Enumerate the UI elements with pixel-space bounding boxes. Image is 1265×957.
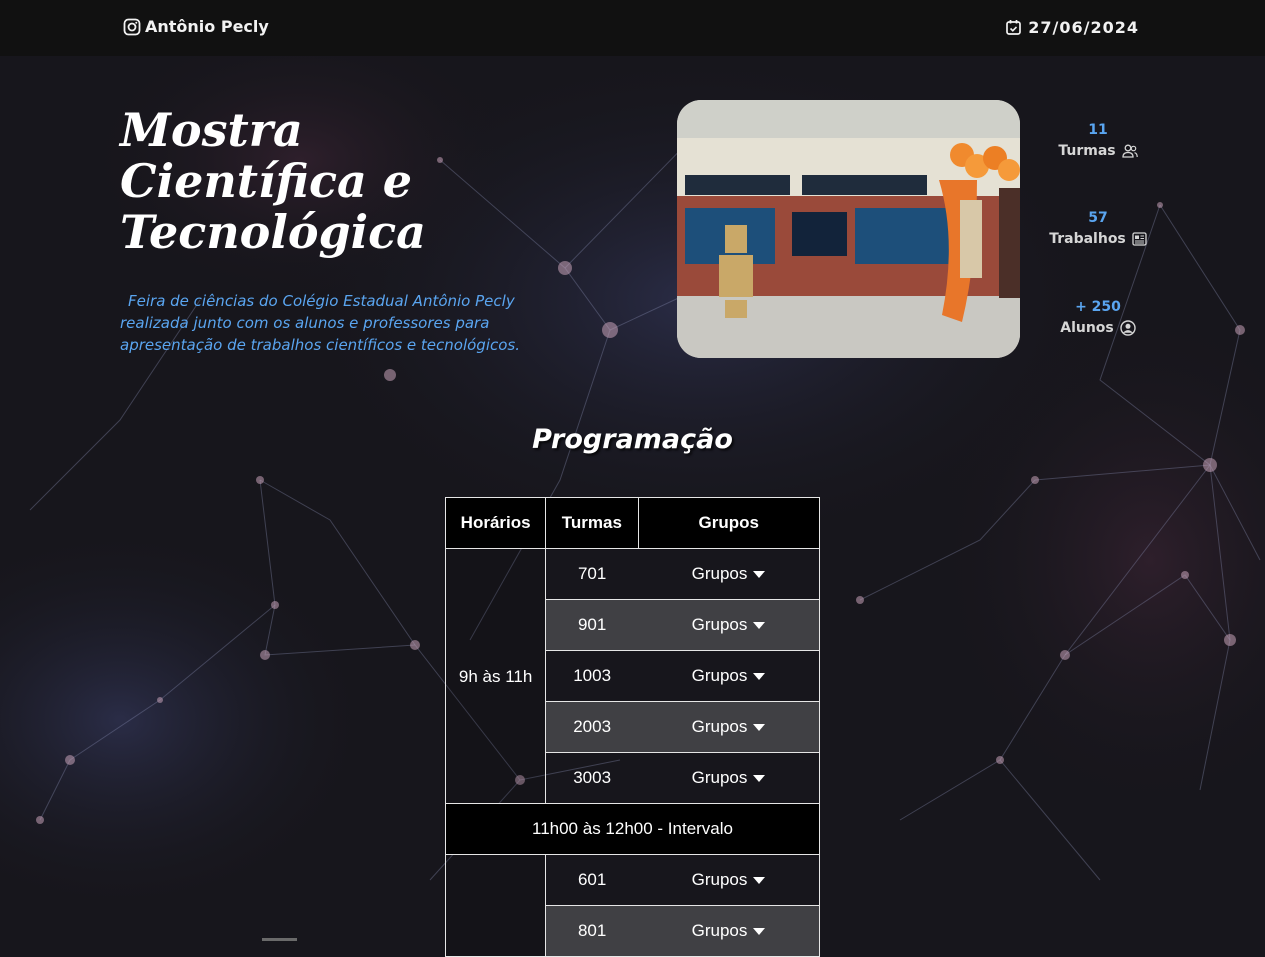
stat-label: Alunos — [1060, 320, 1114, 336]
top-bar: Antônio Pecly 27/06/2024 — [0, 0, 1265, 56]
grupos-dropdown[interactable]: Grupos — [692, 768, 766, 788]
turma-cell: 2003 — [545, 701, 638, 753]
turma-cell: 601 — [545, 854, 638, 906]
hero-title-line: Científica e — [120, 154, 413, 208]
table-row: 601 Grupos — [444, 854, 820, 957]
grupos-dropdown-label: Grupos — [691, 768, 748, 787]
grupos-cell: Grupos — [638, 905, 820, 957]
hero-title-line: Mostra — [120, 103, 303, 157]
turma-cell: 1003 — [545, 650, 638, 702]
time-slot-text: 9h às 11h — [458, 666, 533, 686]
stat-label: Turmas — [1058, 143, 1116, 159]
caret-down-icon — [753, 571, 766, 578]
caret-down-icon — [753, 928, 766, 935]
turma-cell: 901 — [545, 599, 638, 651]
instagram-icon — [123, 18, 141, 35]
header-turmas: Turmas — [545, 497, 639, 549]
caret-down-icon — [753, 877, 766, 884]
grupos-cell: Grupos — [638, 548, 820, 600]
interval-row: 11h00 às 12h00 - Intervalo — [445, 803, 820, 855]
header-horarios: Horários — [444, 497, 547, 549]
turma-cell: 801 — [545, 905, 638, 957]
hero-description: Feira de ciências do Colégio Estadual An… — [120, 292, 520, 354]
grupos-dropdown-label: Grupos — [691, 666, 748, 685]
interval-cell: 11h00 às 12h00 - Intervalo — [445, 803, 820, 855]
event-photo-image — [677, 100, 1020, 358]
grupos-cell: Grupos — [638, 650, 820, 702]
date-text: 27/06/2024 — [1028, 18, 1139, 37]
grupos-cell: Grupos — [638, 752, 820, 804]
grupos-dropdown-label: Grupos — [691, 564, 748, 583]
grupos-dropdown[interactable]: Grupos — [692, 666, 766, 686]
stat-label-row: Alunos — [1040, 320, 1156, 336]
stat-value: 11 — [1088, 122, 1108, 138]
newspaper-icon — [1132, 232, 1147, 246]
caret-down-icon — [753, 673, 766, 680]
grupos-dropdown-label: Grupos — [691, 921, 748, 940]
stat-turmas: 11 Turmas — [1040, 122, 1156, 159]
grupos-dropdown[interactable]: Grupos — [692, 870, 766, 890]
hero-title-line: Tecnológica — [120, 205, 426, 259]
brand-name: Antônio Pecly — [145, 17, 269, 36]
caret-down-icon — [753, 622, 766, 629]
header-grupos: Grupos — [637, 497, 820, 549]
stat-trabalhos: 57 Trabalhos — [1040, 210, 1156, 247]
grupos-dropdown[interactable]: Grupos — [692, 615, 766, 635]
stat-label: Trabalhos — [1049, 231, 1126, 247]
turma-cell: 3003 — [545, 752, 638, 804]
stat-alunos: + 250 Alunos — [1040, 299, 1156, 336]
user-circle-icon — [1120, 320, 1136, 336]
grupos-cell: Grupos — [638, 854, 820, 906]
users-icon — [1121, 144, 1138, 158]
table-row: 9h às 11h 701 Grupos — [444, 548, 820, 804]
caret-down-icon — [753, 724, 766, 731]
time-slot: 9h às 11h — [444, 548, 547, 804]
time-slot — [444, 854, 547, 957]
stat-label-row: Turmas — [1040, 143, 1156, 159]
stat-label-row: Trabalhos — [1040, 231, 1156, 247]
date-display: 27/06/2024 — [1005, 18, 1139, 37]
grupos-dropdown-label: Grupos — [691, 717, 748, 736]
event-photo — [677, 100, 1020, 358]
stat-value: 57 — [1088, 210, 1108, 226]
hero-title: Mostra Científica e Tecnológica — [120, 105, 440, 258]
turma-cell: 701 — [545, 548, 638, 600]
schedule-table: Horários Turmas Grupos 9h às 11h 701 Gru… — [444, 497, 820, 957]
grupos-dropdown[interactable]: Grupos — [692, 717, 766, 737]
grupos-dropdown-label: Grupos — [691, 615, 748, 634]
grupos-dropdown[interactable]: Grupos — [692, 921, 766, 941]
grupos-cell: Grupos — [638, 599, 820, 651]
grupos-dropdown[interactable]: Grupos — [692, 564, 766, 584]
section-title: Programação — [532, 424, 733, 455]
table-header-row: Horários Turmas Grupos — [444, 497, 820, 549]
stat-value: + 250 — [1075, 299, 1121, 315]
brand-link[interactable]: Antônio Pecly — [123, 17, 269, 36]
calendar-icon — [1006, 20, 1022, 35]
caret-down-icon — [753, 775, 766, 782]
grupos-dropdown-label: Grupos — [691, 870, 748, 889]
grupos-cell: Grupos — [638, 701, 820, 753]
